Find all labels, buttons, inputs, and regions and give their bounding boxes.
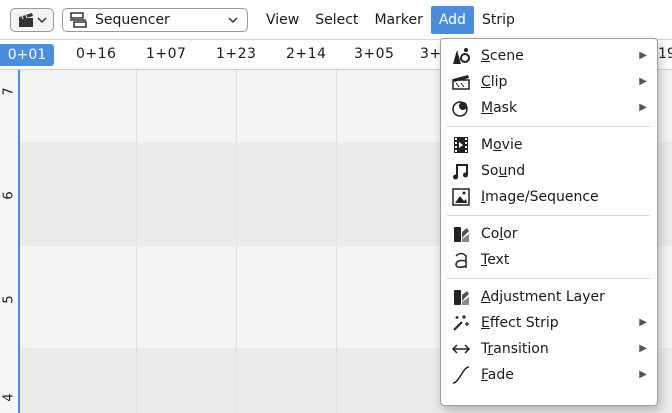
grid-line bbox=[236, 70, 237, 413]
menu-add[interactable]: Add bbox=[430, 5, 474, 34]
menu-item-movie[interactable]: Movie bbox=[441, 132, 657, 158]
chevron-down-icon bbox=[37, 16, 47, 23]
effect-icon bbox=[451, 313, 471, 333]
sound-icon bbox=[451, 161, 471, 181]
adjustment-icon bbox=[451, 287, 471, 307]
chevron-down-icon bbox=[228, 16, 238, 23]
playhead[interactable] bbox=[18, 70, 20, 413]
clapperboard-icon bbox=[19, 12, 33, 27]
frame-label: 0+16 bbox=[76, 46, 117, 62]
menu-bar: View Select Marker Add Strip bbox=[258, 0, 523, 40]
frame-label: 2+14 bbox=[286, 46, 327, 62]
menu-marker[interactable]: Marker bbox=[366, 6, 430, 34]
mask-icon bbox=[451, 98, 471, 118]
menu-item-fade[interactable]: Fade ▶ bbox=[441, 362, 657, 388]
image-icon bbox=[451, 187, 471, 207]
menu-select[interactable]: Select bbox=[307, 6, 366, 34]
submenu-arrow-icon: ▶ bbox=[639, 50, 647, 61]
menu-strip[interactable]: Strip bbox=[474, 6, 523, 34]
frame-label: 1+07 bbox=[146, 46, 187, 62]
current-frame-indicator[interactable]: 0+01 bbox=[0, 44, 54, 66]
frame-label: 3+ bbox=[420, 46, 442, 62]
channel-gutter: 7 6 5 4 bbox=[0, 70, 19, 413]
menu-item-image-sequence[interactable]: Image/Sequence bbox=[441, 184, 657, 210]
grid-line bbox=[136, 70, 137, 413]
transition-icon bbox=[451, 339, 471, 359]
add-menu-dropdown: Scene ▶ Clip ▶ Mask ▶ Movie Sound Image/… bbox=[440, 38, 658, 406]
channel-number: 6 bbox=[1, 191, 17, 200]
frame-label: 19 bbox=[658, 46, 672, 62]
menu-item-sound[interactable]: Sound bbox=[441, 158, 657, 184]
submenu-arrow-icon: ▶ bbox=[639, 102, 647, 113]
menu-view[interactable]: View bbox=[258, 6, 307, 34]
menu-item-text[interactable]: Text bbox=[441, 247, 657, 273]
frame-label: 3+05 bbox=[354, 46, 395, 62]
channel-number: 7 bbox=[1, 87, 17, 96]
submenu-arrow-icon: ▶ bbox=[639, 76, 647, 87]
mode-select[interactable]: Sequencer bbox=[62, 7, 248, 32]
channel-number: 4 bbox=[1, 393, 17, 402]
grid-line bbox=[336, 70, 337, 413]
text-icon bbox=[451, 250, 471, 270]
menu-item-transition[interactable]: Transition ▶ bbox=[441, 336, 657, 362]
header-bar: Sequencer View Select Marker Add Strip bbox=[0, 0, 672, 40]
menu-item-effect-strip[interactable]: Effect Strip ▶ bbox=[441, 310, 657, 336]
fade-icon bbox=[451, 365, 471, 385]
menu-item-color[interactable]: Color bbox=[441, 221, 657, 247]
clip-icon bbox=[451, 72, 471, 92]
submenu-arrow-icon: ▶ bbox=[639, 369, 647, 380]
menu-separator bbox=[447, 215, 651, 216]
menu-separator bbox=[447, 126, 651, 127]
scene-icon bbox=[451, 46, 471, 66]
color-icon bbox=[451, 224, 471, 244]
movie-icon bbox=[451, 135, 471, 155]
mode-label: Sequencer bbox=[95, 11, 170, 28]
editor-type-button[interactable] bbox=[10, 7, 54, 32]
channel-number: 5 bbox=[1, 295, 17, 304]
submenu-arrow-icon: ▶ bbox=[639, 343, 647, 354]
menu-separator bbox=[447, 278, 651, 279]
menu-item-scene[interactable]: Scene ▶ bbox=[441, 43, 657, 69]
frame-label: 1+23 bbox=[216, 46, 257, 62]
menu-item-adjustment-layer[interactable]: Adjustment Layer bbox=[441, 284, 657, 310]
menu-item-mask[interactable]: Mask ▶ bbox=[441, 95, 657, 121]
sequencer-icon bbox=[70, 11, 87, 28]
submenu-arrow-icon: ▶ bbox=[639, 317, 647, 328]
menu-item-clip[interactable]: Clip ▶ bbox=[441, 69, 657, 95]
